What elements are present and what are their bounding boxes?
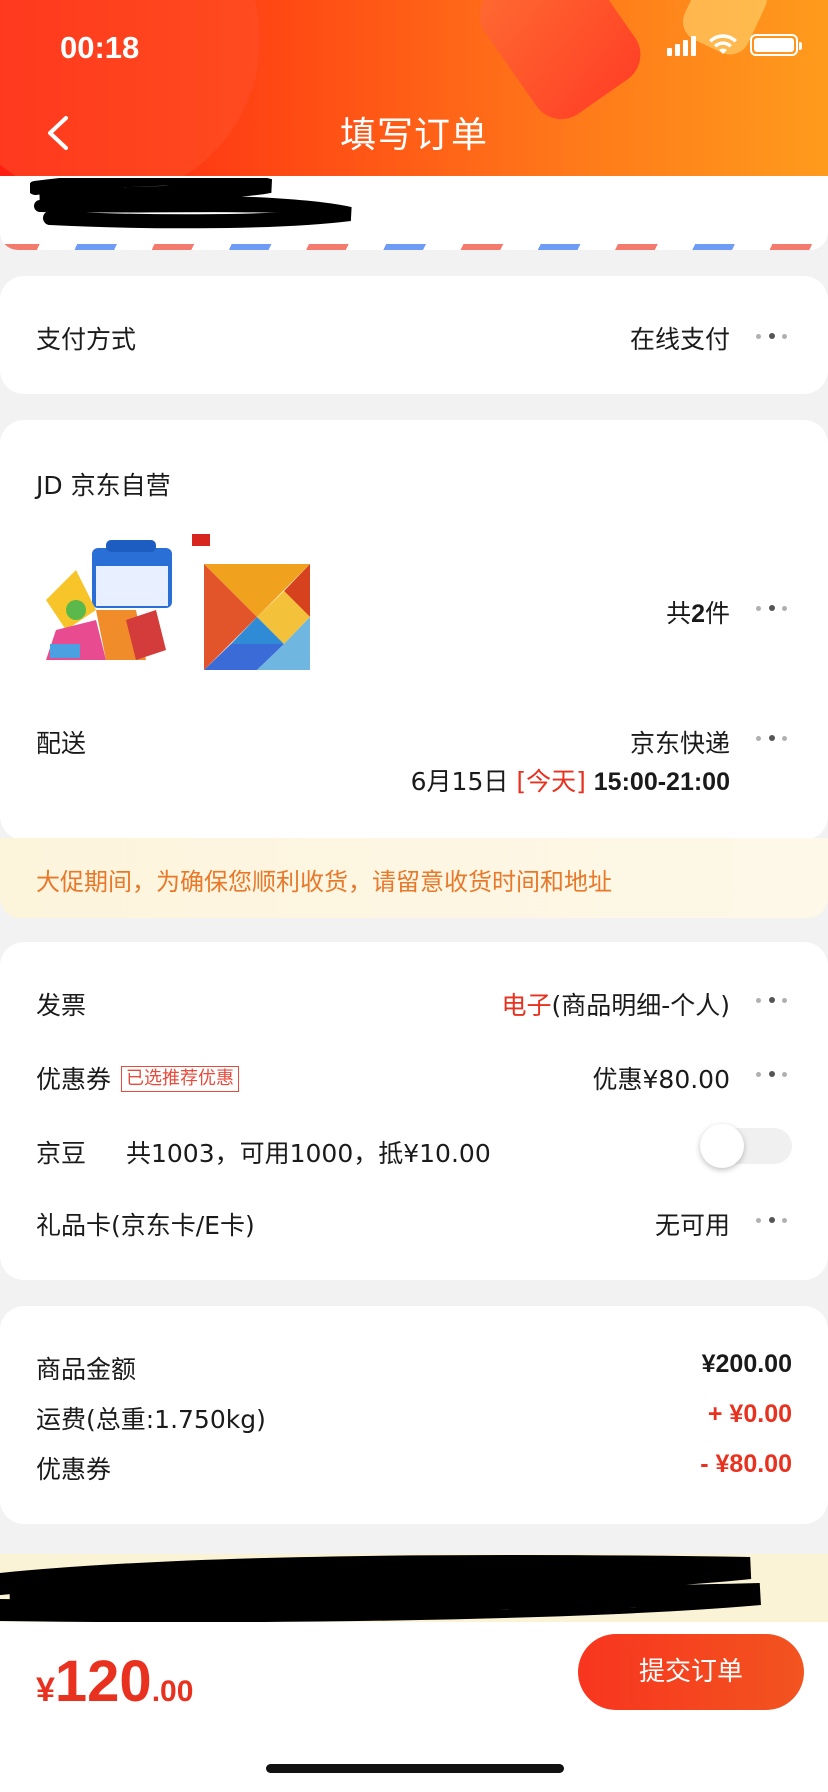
toggle-knob [700, 1124, 744, 1168]
delivery-label: 配送 [36, 729, 87, 758]
product-image-tangram[interactable] [192, 534, 318, 676]
bottom-bar: ¥120.00 提交订单 [0, 1622, 828, 1792]
invoice-label: 发票 [36, 991, 87, 1020]
invoice-value[interactable]: 电子(商品明细-个人) [501, 986, 730, 1022]
shop-name: JD 京东自营 [36, 471, 171, 500]
submit-order-button[interactable]: 提交订单 [578, 1634, 804, 1710]
promo-text: 大促期间，为确保您顺利收货，请留意收货时间和地址 [36, 868, 612, 896]
jingdou-info: 共1003，可用1000，抵¥10.00 [126, 1139, 491, 1168]
more-dots-icon[interactable] [752, 1210, 792, 1230]
more-dots-icon[interactable] [752, 728, 792, 748]
jingdou-toggle[interactable] [700, 1124, 792, 1168]
total-price: ¥120.00 [36, 1649, 194, 1714]
status-icons [667, 34, 802, 56]
redacted-address [30, 178, 352, 229]
delivery-window: 15:00-21:00 [593, 768, 730, 796]
summary-card: 商品金额 ¥200.00 运费(总重:1.750kg) + ¥0.00 优惠券 … [0, 1306, 828, 1524]
jingdou-label: 京豆 [36, 1139, 87, 1168]
payment-label: 支付方式 [36, 325, 137, 354]
giftcard-value[interactable]: 无可用 [655, 1206, 730, 1242]
status-time: 00:18 [60, 30, 140, 65]
product-image-magnetic-blocks[interactable] [36, 540, 182, 672]
giftcard-label: 礼品卡(京东卡/E卡) [36, 1211, 255, 1240]
delivery-date: 6月15日 [410, 767, 509, 796]
delivery-day-tag: [今天] [516, 767, 586, 796]
freight-value: + ¥0.00 [707, 1400, 792, 1428]
address-stripe [0, 244, 828, 250]
page-title: 填写订单 [339, 115, 488, 156]
coupon-discount-label: 优惠券 [36, 1455, 112, 1484]
battery-icon [750, 34, 802, 56]
signal-icon [667, 34, 696, 56]
delivery-time: 6月15日 [今天] 15:00-21:00 [411, 762, 730, 798]
more-dots-icon[interactable] [752, 326, 792, 346]
coupon-value[interactable]: 优惠¥80.00 [593, 1060, 730, 1096]
more-dots-icon[interactable] [752, 598, 792, 618]
goods-amount-value: ¥200.00 [701, 1350, 792, 1378]
item-count: 共2件 [666, 599, 730, 628]
coupon-label: 优惠券 已选推荐优惠 [36, 1060, 240, 1096]
more-dots-icon[interactable] [752, 1064, 792, 1084]
payment-value: 在线支付 [629, 325, 730, 354]
redaction-scribble [0, 1554, 761, 1623]
more-dots-icon[interactable] [752, 990, 792, 1010]
coupon-recommend-tag: 已选推荐优惠 [121, 1066, 240, 1092]
home-indicator[interactable] [266, 1764, 564, 1773]
header: 00:18 填写订单 [0, 0, 828, 176]
freight-label: 运费(总重:1.750kg) [36, 1405, 266, 1434]
redacted-banner [0, 1554, 828, 1624]
payment-card[interactable]: 支付方式 在线支付 [0, 276, 828, 394]
order-page: 00:18 填写订单 支付方式 在线支付 JD 京东自营 共2件 配送 京东快递… [0, 0, 828, 1792]
goods-amount-label: 商品金额 [36, 1355, 137, 1384]
delivery-carrier[interactable]: 京东快递 [630, 724, 730, 760]
coupon-discount-value: - ¥80.00 [700, 1450, 792, 1478]
promo-notice: 大促期间，为确保您顺利收货，请留意收货时间和地址 [0, 838, 828, 918]
address-card[interactable] [0, 176, 828, 250]
wifi-icon [709, 34, 737, 54]
